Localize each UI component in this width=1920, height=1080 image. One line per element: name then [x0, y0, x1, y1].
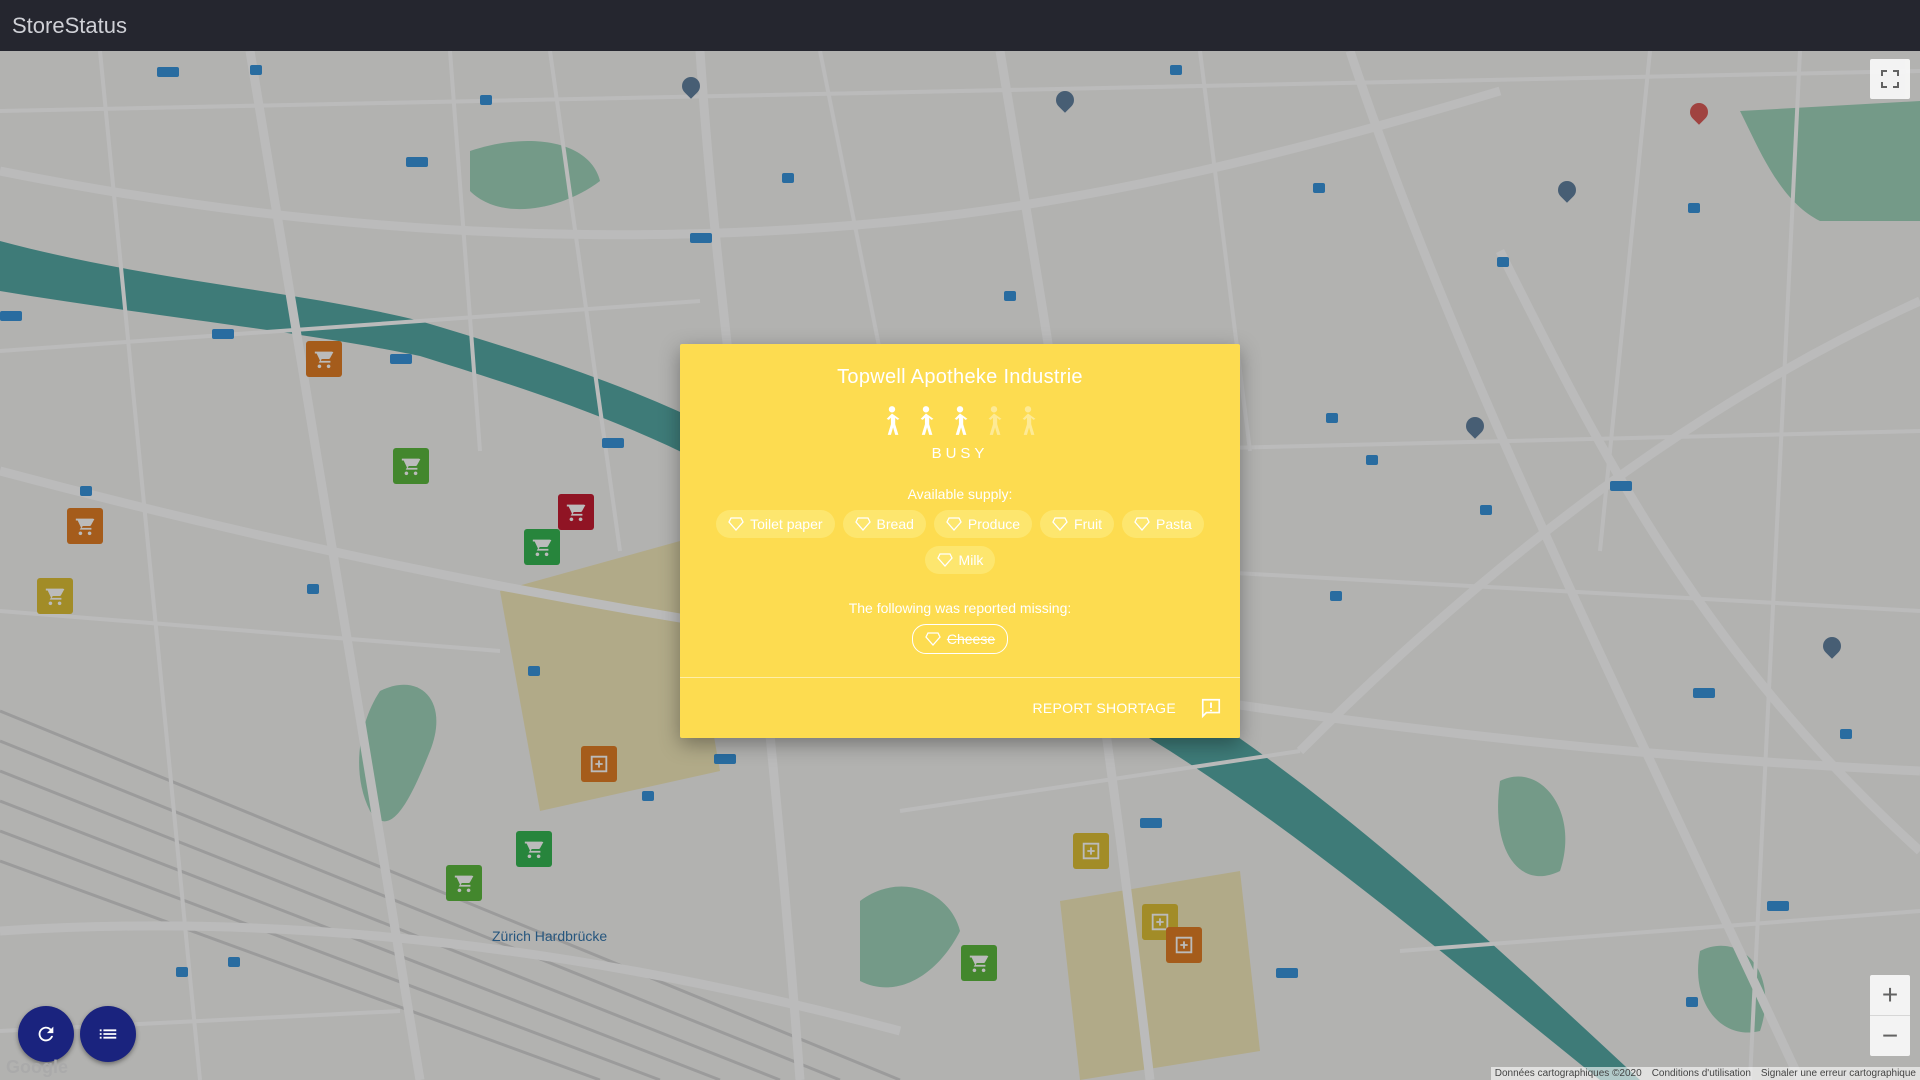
supply-chip[interactable]: Milk	[924, 546, 996, 574]
available-supply-list: Toilet paper Bread Produce Fruit Pasta M…	[710, 510, 1210, 574]
dialog-divider	[680, 677, 1240, 678]
person-walking-icon	[954, 406, 968, 435]
supply-chip[interactable]: Produce	[933, 510, 1033, 538]
zoom-control: + −	[1870, 975, 1910, 1056]
app-bar: StoreStatus	[0, 0, 1920, 51]
missing-chip-label: Cheese	[946, 631, 996, 647]
person-walking-icon	[988, 406, 1002, 435]
supply-chip-label: Fruit	[1074, 516, 1103, 532]
list-icon	[99, 1029, 117, 1039]
dialog-actions: REPORT SHORTAGE	[1033, 697, 1223, 719]
store-name: Topwell Apotheke Industrie	[837, 366, 1083, 388]
app-title: StoreStatus	[12, 12, 127, 38]
map-attribution: Données cartographiques ©2020 Conditions…	[1490, 1067, 1920, 1080]
feedback-icon[interactable]	[1200, 697, 1222, 719]
missing-supply-title: The following was reported missing:	[848, 600, 1072, 616]
diamond-icon	[1134, 517, 1150, 531]
fullscreen-icon	[1881, 70, 1899, 88]
attribution-terms[interactable]: Conditions d'utilisation	[1652, 1068, 1751, 1079]
supply-chip[interactable]: Toilet paper	[716, 510, 835, 538]
zoom-out-button[interactable]: −	[1870, 1016, 1910, 1056]
busyness-label: BUSY	[931, 445, 989, 462]
available-supply-title: Available supply:	[907, 486, 1013, 502]
diamond-icon	[946, 517, 962, 531]
supply-chip[interactable]: Fruit	[1040, 510, 1115, 538]
person-walking-icon	[886, 406, 900, 435]
missing-chip[interactable]: Cheese	[911, 624, 1009, 654]
supply-chip[interactable]: Bread	[842, 510, 926, 538]
google-logo: Google	[6, 1057, 68, 1077]
person-walking-icon	[1022, 406, 1036, 435]
fullscreen-button[interactable]	[1870, 59, 1910, 99]
busyness-indicator	[680, 405, 1240, 437]
supply-chip[interactable]: Pasta	[1122, 510, 1204, 538]
supply-chip-label: Pasta	[1156, 516, 1192, 532]
diamond-icon	[1052, 517, 1068, 531]
refresh-icon	[38, 1026, 54, 1042]
store-dialog: Topwell Apotheke Industrie BUSY Availabl…	[680, 344, 1240, 738]
diamond-icon	[936, 553, 953, 567]
supply-chip-label: Produce	[967, 516, 1021, 532]
attribution-report[interactable]: Signaler une erreur cartographique	[1761, 1068, 1916, 1079]
attribution-data[interactable]: Données cartographiques ©2020	[1495, 1068, 1642, 1079]
supply-chip-label: Milk	[958, 552, 984, 568]
supply-chip-label: Toilet paper	[750, 516, 823, 532]
diamond-icon	[728, 517, 744, 531]
report-shortage-button[interactable]: REPORT SHORTAGE	[1033, 700, 1177, 716]
refresh-button[interactable]	[18, 1006, 74, 1062]
zoom-in-button[interactable]: +	[1870, 975, 1910, 1015]
list-button[interactable]	[80, 1006, 136, 1062]
diamond-icon	[925, 632, 941, 646]
supply-chip-label: Bread	[876, 516, 914, 532]
diamond-icon	[854, 517, 871, 531]
person-walking-icon	[920, 406, 934, 435]
